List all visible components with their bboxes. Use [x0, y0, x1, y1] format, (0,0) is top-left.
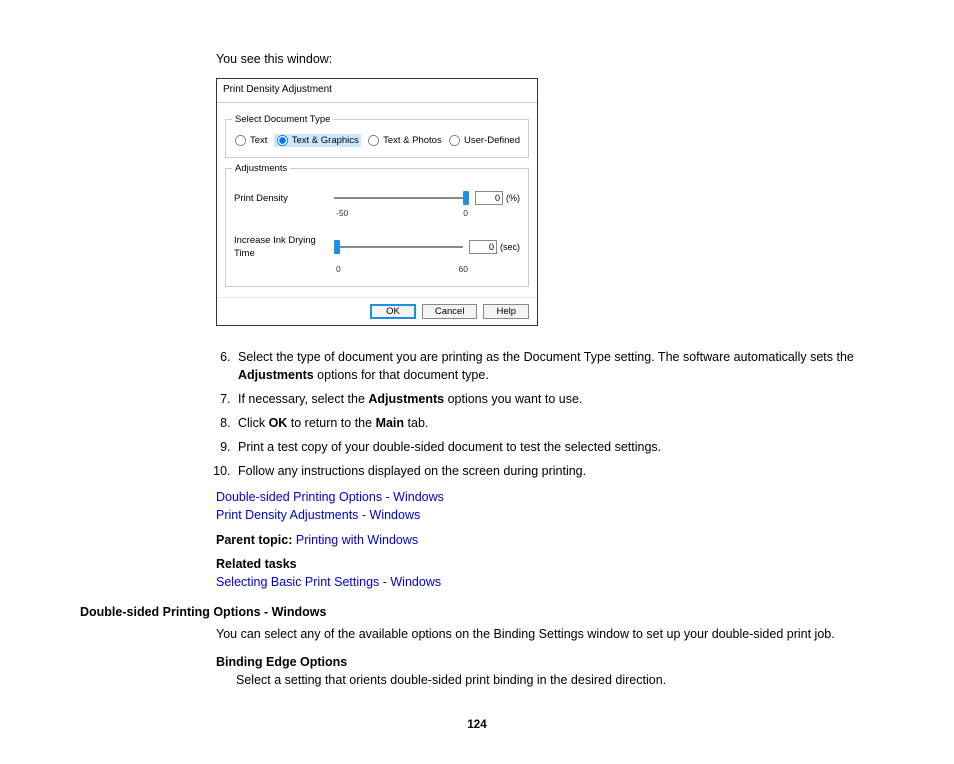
link-selecting-basic-print-settings[interactable]: Selecting Basic Print Settings - Windows	[216, 575, 441, 589]
radio-text[interactable]: Text	[234, 134, 267, 148]
link-print-density-adjustments[interactable]: Print Density Adjustments - Windows	[216, 508, 420, 522]
print-density-label: Print Density	[234, 192, 334, 206]
print-density-dialog: Print Density Adjustment Select Document…	[216, 78, 538, 325]
dialog-titlebar: Print Density Adjustment	[217, 79, 537, 103]
section-body: You can select any of the available opti…	[216, 625, 874, 643]
related-tasks-label: Related tasks	[216, 555, 874, 573]
dry-time-slider[interactable]	[334, 240, 463, 254]
print-density-min: -50	[336, 207, 348, 219]
group-document-type-label: Select Document Type	[232, 113, 333, 127]
print-density-value[interactable]	[475, 191, 503, 205]
dry-time-value[interactable]	[469, 240, 497, 254]
print-density-unit: (%)	[506, 192, 520, 205]
radio-user-defined[interactable]: User-Defined	[448, 134, 520, 148]
parent-topic-label: Parent topic:	[216, 533, 296, 547]
section-heading: Double-sided Printing Options - Windows	[80, 603, 874, 621]
help-button[interactable]: Help	[483, 304, 529, 319]
print-density-max: 0	[463, 207, 468, 219]
step-7: If necessary, select the Adjustments opt…	[234, 390, 874, 408]
dry-time-min: 0	[336, 263, 341, 275]
step-8: Click OK to return to the Main tab.	[234, 414, 874, 432]
group-document-type: Select Document Type Text Text & Graphic…	[225, 119, 529, 159]
link-parent-topic[interactable]: Printing with Windows	[296, 533, 418, 547]
group-adjustments: Adjustments Print Density (%) -50 0 Incr…	[225, 168, 529, 286]
dry-time-max: 60	[459, 263, 468, 275]
binding-edge-heading: Binding Edge Options	[216, 655, 347, 669]
group-adjustments-label: Adjustments	[232, 162, 290, 176]
ok-button[interactable]: OK	[370, 304, 416, 319]
step-6: Select the type of document you are prin…	[234, 348, 874, 384]
step-10: Follow any instructions displayed on the…	[234, 462, 874, 480]
radio-text-photos[interactable]: Text & Photos	[367, 134, 442, 148]
step-9: Print a test copy of your double-sided d…	[234, 438, 874, 456]
cancel-button[interactable]: Cancel	[422, 304, 478, 319]
binding-edge-body: Select a setting that orients double-sid…	[236, 671, 874, 689]
intro-text: You see this window:	[216, 50, 874, 68]
page-number: 124	[80, 717, 874, 734]
print-density-slider[interactable]	[334, 191, 469, 205]
instruction-list: Select the type of document you are prin…	[216, 348, 874, 481]
dry-time-label: Increase Ink Drying Time	[234, 234, 334, 262]
radio-text-graphics[interactable]: Text & Graphics	[274, 134, 361, 148]
link-double-sided-options[interactable]: Double-sided Printing Options - Windows	[216, 490, 444, 504]
dry-time-unit: (sec)	[500, 241, 520, 254]
